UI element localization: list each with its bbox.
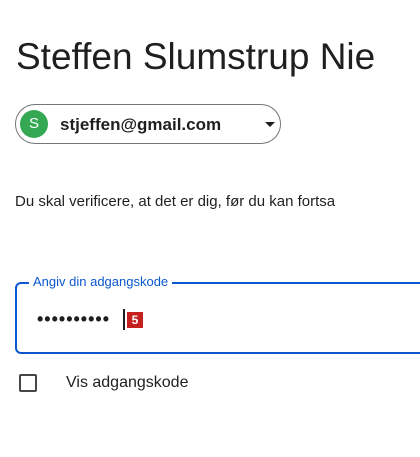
show-password-label[interactable]: Vis adgangskode	[66, 373, 188, 393]
signin-page: Steffen Slumstrup Nie S stjeffen@gmail.c…	[0, 0, 420, 457]
account-email: stjeffen@gmail.com	[60, 115, 222, 134]
account-chip[interactable]: S stjeffen@gmail.com	[15, 104, 281, 144]
password-field-label: Angiv din adgangskode	[29, 274, 173, 290]
password-field[interactable]: Angiv din adgangskode •••••••••• 5	[15, 274, 420, 354]
password-input[interactable]: ••••••••••	[37, 308, 110, 330]
show-password-option[interactable]: Vis adgangskode	[19, 371, 188, 395]
text-cursor	[123, 309, 125, 330]
avatar: S	[20, 110, 48, 138]
step-marker-badge: 5	[127, 312, 143, 328]
verification-description: Du skal verificere, at det er dig, før d…	[15, 193, 336, 210]
show-password-checkbox[interactable]	[19, 374, 37, 392]
chevron-down-icon	[265, 122, 275, 127]
page-title: Steffen Slumstrup Nie	[16, 36, 376, 77]
